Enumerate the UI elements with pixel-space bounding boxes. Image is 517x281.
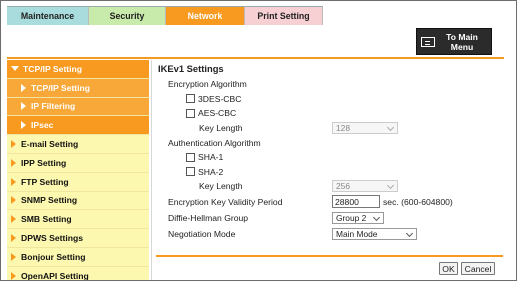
3des-cbc-label: 3DES-CBC	[198, 93, 242, 104]
sidebar-item-label: IPsec	[31, 120, 54, 131]
to-main-menu-button[interactable]: To Main Menu	[416, 28, 492, 55]
aes-key-length-value: 128	[336, 123, 350, 134]
sidebar-item-label: TCP/IP Setting	[31, 82, 91, 93]
sidebar-item-email-setting[interactable]: E-mail Setting	[7, 135, 149, 154]
arrow-right-icon	[21, 102, 26, 111]
sha2-key-length-label: Key Length	[199, 181, 243, 192]
sha-1-checkbox[interactable]	[186, 152, 195, 162]
sidebar-subitem-ip-filtering[interactable]: IP Filtering	[7, 97, 149, 117]
sha-1-label: SHA-1	[198, 152, 224, 163]
sidebar-divider	[151, 60, 152, 280]
diffie-hellman-label: Diffie-Hellman Group	[168, 212, 249, 223]
sidebar-item-label: FTP Setting	[21, 176, 69, 187]
aes-cbc-label: AES-CBC	[198, 108, 237, 119]
to-main-menu-line1: To Main	[446, 31, 478, 42]
sidebar-item-dpws-settings[interactable]: DPWS Settings	[7, 229, 149, 248]
ikev1-settings-panel: IKEv1 Settings Encryption Algorithm 3DES…	[158, 63, 503, 242]
arrow-right-icon	[11, 215, 16, 224]
sidebar-item-openapi-setting[interactable]: OpenAPI Setting	[7, 267, 149, 281]
sidebar-item-label: E-mail Setting	[21, 139, 79, 150]
chevron-down-icon	[386, 124, 395, 132]
diffie-hellman-value: Group 2	[336, 212, 367, 223]
arrow-right-icon	[11, 177, 16, 186]
sidebar-item-label: SNMP Setting	[21, 195, 78, 206]
sha-2-checkbox[interactable]	[186, 167, 195, 177]
arrow-right-icon	[11, 158, 16, 167]
chevron-down-icon	[386, 182, 395, 190]
app-window: Maintenance Security Network Print Setti…	[0, 0, 517, 281]
sha2-key-length-value: 256	[336, 181, 350, 192]
footer-divider	[156, 255, 503, 257]
arrow-right-icon	[21, 121, 26, 130]
sidebar: TCP/IP Setting TCP/IP Setting IP Filteri…	[7, 60, 149, 281]
sidebar-item-ipp-setting[interactable]: IPP Setting	[7, 154, 149, 173]
validity-period-input[interactable]: 28800	[332, 195, 380, 209]
arrow-right-icon	[11, 271, 16, 280]
negotiation-mode-select[interactable]: Main Mode	[332, 227, 417, 240]
to-main-menu-label: To Main Menu	[435, 32, 491, 52]
page-title: IKEv1 Settings	[158, 63, 224, 74]
sidebar-subitem-ipsec[interactable]: IPsec	[7, 116, 149, 136]
sidebar-subitem-tcpip-setting[interactable]: TCP/IP Setting	[7, 78, 149, 98]
sidebar-item-snmp-setting[interactable]: SNMP Setting	[7, 192, 149, 211]
aes-key-length-select[interactable]: 128	[332, 122, 398, 135]
sidebar-item-smb-setting[interactable]: SMB Setting	[7, 210, 149, 230]
menu-icon	[421, 36, 435, 47]
3des-cbc-checkbox[interactable]	[186, 94, 195, 104]
arrow-right-icon	[11, 140, 16, 149]
negotiation-mode-value: Main Mode	[336, 228, 378, 239]
aes-key-length-label: Key Length	[199, 123, 243, 134]
diffie-hellman-select[interactable]: Group 2	[332, 211, 384, 224]
sidebar-item-label: Bonjour Setting	[21, 251, 86, 262]
tab-maintenance[interactable]: Maintenance	[7, 6, 89, 25]
aes-cbc-checkbox[interactable]	[186, 108, 195, 118]
to-main-menu-line2: Menu	[450, 41, 474, 52]
header-divider	[7, 57, 504, 59]
sidebar-item-tcpip-setting[interactable]: TCP/IP Setting	[7, 60, 149, 79]
cancel-button[interactable]: Cancel	[461, 262, 495, 275]
sidebar-item-label: SMB Setting	[21, 214, 72, 225]
sidebar-item-ftp-setting[interactable]: FTP Setting	[7, 173, 149, 192]
negotiation-mode-label: Negotiation Mode	[168, 228, 236, 239]
chevron-down-icon	[372, 213, 381, 221]
sidebar-item-label: IP Filtering	[31, 101, 76, 112]
sidebar-item-label: TCP/IP Setting	[23, 63, 83, 74]
authentication-algorithm-label: Authentication Algorithm	[168, 137, 261, 148]
sidebar-item-label: OpenAPI Setting	[21, 270, 89, 281]
sidebar-item-label: DPWS Settings	[21, 233, 84, 244]
ok-button[interactable]: OK	[439, 262, 458, 275]
arrow-right-icon	[11, 234, 16, 243]
tab-security[interactable]: Security	[89, 6, 166, 25]
sidebar-item-label: IPP Setting	[21, 157, 67, 168]
arrow-right-icon	[11, 252, 16, 261]
sha-2-label: SHA-2	[198, 166, 224, 177]
tab-network[interactable]: Network	[166, 6, 245, 25]
arrow-right-icon	[11, 196, 16, 205]
encryption-algorithm-label: Encryption Algorithm	[168, 79, 247, 90]
sha2-key-length-select[interactable]: 256	[332, 180, 398, 193]
chevron-down-icon	[405, 229, 414, 237]
sidebar-item-bonjour-setting[interactable]: Bonjour Setting	[7, 248, 149, 267]
top-tabs: Maintenance Security Network Print Setti…	[7, 6, 323, 25]
expand-down-icon	[11, 66, 19, 72]
tab-print-setting[interactable]: Print Setting	[245, 6, 323, 25]
validity-period-suffix: sec. (600-604800)	[383, 196, 453, 207]
arrow-right-icon	[21, 83, 26, 92]
validity-period-label: Encryption Key Validity Period	[168, 196, 283, 207]
